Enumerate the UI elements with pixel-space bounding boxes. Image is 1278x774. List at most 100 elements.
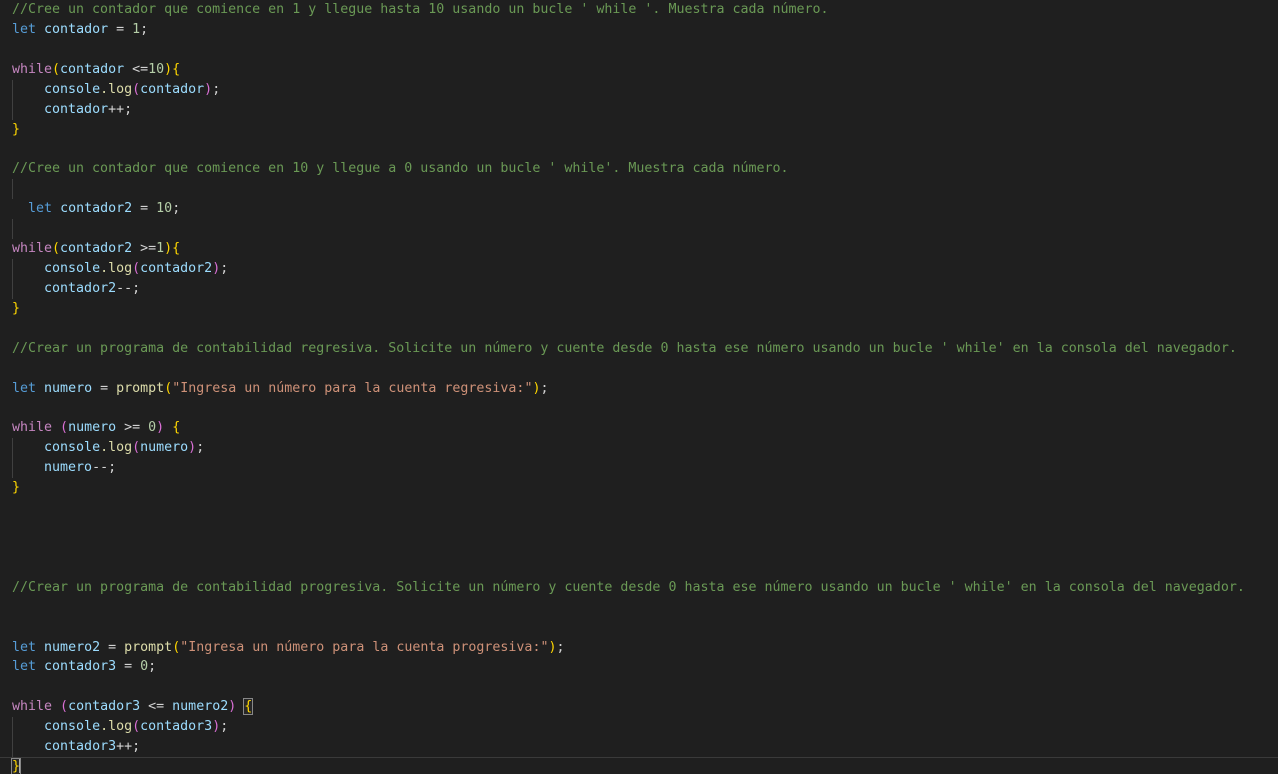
code-line[interactable]: let contador2 = 10;: [0, 199, 1278, 219]
code-line[interactable]: contador3++;: [0, 737, 1278, 758]
brace-close: }: [12, 121, 21, 137]
semicolon: ;: [212, 81, 221, 97]
code-line[interactable]: }: [0, 120, 1278, 140]
code-line[interactable]: let contador3 = 0;: [0, 657, 1278, 677]
code-line[interactable]: console.log(numero);: [0, 438, 1278, 459]
code-line[interactable]: let contador = 1;: [0, 20, 1278, 40]
code-line[interactable]: contador++;: [0, 99, 1278, 120]
paren-open: (: [132, 440, 141, 456]
code-line-empty[interactable]: [0, 359, 1278, 379]
code-line[interactable]: numero--;: [0, 458, 1278, 479]
code-line[interactable]: console.log(contador);: [0, 79, 1278, 100]
identifier-contador: contador: [44, 101, 109, 117]
paren-close: ): [164, 61, 173, 77]
code-line-empty[interactable]: [0, 219, 1278, 240]
code-line[interactable]: while (contador3 <= numero2) {: [0, 697, 1278, 717]
code-line[interactable]: }: [0, 299, 1278, 319]
string-literal: "Ingresa un número para la cuenta regres…: [172, 380, 533, 396]
code-line[interactable]: //Cree un contador que comience en 10 y …: [0, 159, 1278, 179]
code-line-empty[interactable]: [0, 139, 1278, 159]
operator-assign: =: [100, 380, 109, 396]
keyword-let: let: [12, 380, 37, 396]
code-text-surface[interactable]: //Cree un contador que comience en 1 y l…: [0, 0, 1278, 774]
code-line[interactable]: let numero2 = prompt("Ingresa un número …: [0, 638, 1278, 658]
indent-guide: [12, 179, 13, 200]
code-line-empty[interactable]: [0, 677, 1278, 697]
code-line-empty[interactable]: [0, 498, 1278, 518]
code-line[interactable]: }: [0, 478, 1278, 498]
method-log: .log: [100, 440, 133, 456]
operator-decrement: --: [92, 460, 109, 476]
operator-assign: =: [116, 21, 125, 37]
identifier-numero: numero: [44, 380, 93, 396]
code-line-empty[interactable]: [0, 40, 1278, 60]
code-line[interactable]: //Crear un programa de contabilidad regr…: [0, 339, 1278, 359]
identifier-contador: contador: [44, 21, 109, 37]
code-line[interactable]: contador2--;: [0, 278, 1278, 299]
operator-assign: =: [140, 201, 149, 217]
paren-open: (: [52, 61, 61, 77]
comment-text: //Crear un programa de contabilidad regr…: [12, 340, 1237, 356]
identifier-numero: numero: [140, 440, 189, 456]
code-line-empty[interactable]: [0, 558, 1278, 578]
identifier-contador3: contador3: [44, 659, 117, 675]
code-line-empty[interactable]: [0, 518, 1278, 538]
identifier-console: console: [44, 260, 101, 276]
semicolon: ;: [140, 21, 149, 37]
operator-assign: =: [108, 639, 117, 655]
identifier-contador2: contador2: [44, 280, 117, 296]
code-line[interactable]: while (numero >= 0) {: [0, 418, 1278, 438]
keyword-let: let: [28, 201, 53, 217]
identifier-contador3: contador3: [140, 719, 213, 735]
paren-close: ): [164, 241, 173, 257]
code-line[interactable]: //Crear un programa de contabilidad prog…: [0, 578, 1278, 598]
identifier-console: console: [44, 719, 101, 735]
code-line-empty[interactable]: [0, 398, 1278, 418]
code-line-empty[interactable]: [0, 618, 1278, 638]
keyword-let: let: [12, 659, 37, 675]
code-line[interactable]: console.log(contador2);: [0, 258, 1278, 279]
paren-open: (: [60, 420, 69, 436]
number-literal: 10: [156, 201, 173, 217]
paren-close: ): [204, 81, 213, 97]
identifier-contador2: contador2: [60, 241, 133, 257]
code-editor[interactable]: //Cree un contador que comience en 1 y l…: [0, 0, 1278, 774]
code-line-empty[interactable]: [0, 319, 1278, 339]
keyword-let: let: [12, 21, 37, 37]
semicolon: ;: [108, 460, 117, 476]
identifier-contador3: contador3: [68, 699, 141, 715]
paren-close: ): [156, 420, 165, 436]
brace-open: {: [172, 61, 181, 77]
code-line[interactable]: console.log(contador3);: [0, 717, 1278, 738]
operator-increment: ++: [108, 101, 125, 117]
identifier-numero: numero: [68, 420, 117, 436]
operator-lte: <=: [132, 61, 149, 77]
code-line-empty[interactable]: [0, 598, 1278, 618]
code-line[interactable]: let numero = prompt("Ingresa un número p…: [0, 379, 1278, 399]
indent-guide: [12, 219, 13, 240]
paren-open: (: [60, 699, 69, 715]
code-line-empty[interactable]: [0, 179, 1278, 200]
code-line[interactable]: while(contador2 >=1){: [0, 239, 1278, 259]
code-line[interactable]: while(contador <=10){: [0, 60, 1278, 80]
code-line-empty[interactable]: [0, 538, 1278, 558]
semicolon: ;: [540, 380, 549, 396]
number-literal: 0: [140, 659, 149, 675]
code-line[interactable]: //Cree un contador que comience en 1 y l…: [0, 0, 1278, 20]
identifier-contador: contador: [140, 81, 205, 97]
code-line-active[interactable]: }: [0, 757, 1278, 774]
